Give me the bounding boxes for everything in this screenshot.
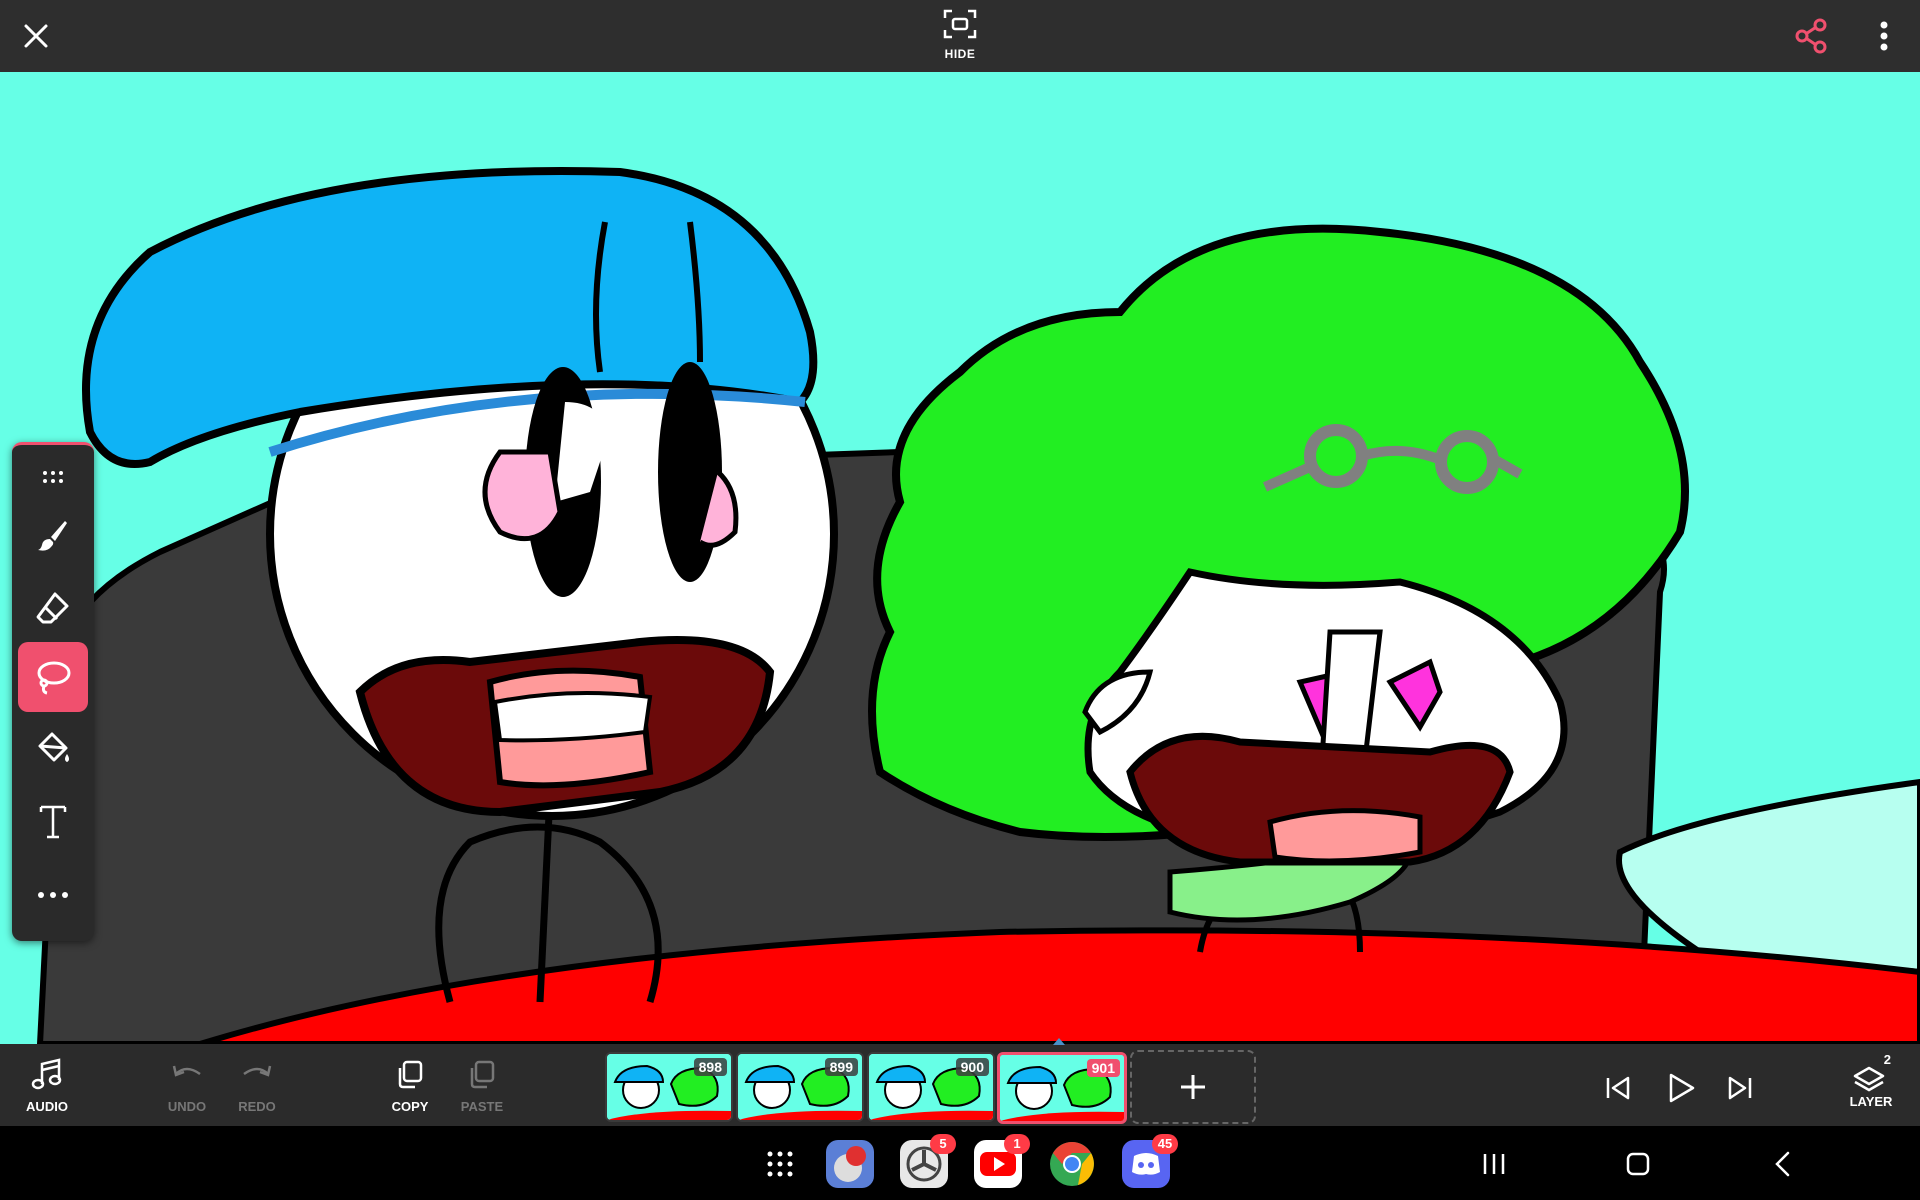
copy-icon [398, 1060, 423, 1089]
notification-badge: 5 [930, 1134, 956, 1154]
frame-thumbnail[interactable]: 898 [605, 1052, 733, 1122]
notification-badge: 45 [1152, 1134, 1178, 1154]
paint-bucket-icon [38, 732, 69, 762]
redo-icon [243, 1065, 272, 1077]
home-icon[interactable] [1620, 1146, 1656, 1182]
drawing-canvas[interactable] [0, 72, 1920, 1044]
undo-icon [172, 1065, 201, 1077]
frame-number: 899 [824, 1058, 858, 1076]
layer-count: 2 [1883, 1052, 1891, 1067]
system-navigation-bar: 5 1 45 [0, 1126, 1920, 1200]
more-options-icon[interactable] [1868, 16, 1900, 56]
audio-label: AUDIO [26, 1099, 68, 1114]
share-icon[interactable] [1792, 16, 1832, 56]
timeline-bar: AUDIO UNDO REDO COPY PASTE 898 899 900 9… [0, 1038, 1920, 1126]
timeline-marker-icon [1053, 1038, 1065, 1045]
redo-label: REDO [238, 1099, 276, 1114]
frame-thumbnail-selected[interactable]: 901 [997, 1052, 1127, 1124]
top-bar: HIDE [0, 0, 1920, 72]
brush-icon [38, 521, 67, 551]
brush-tool[interactable] [18, 500, 88, 570]
youtube-icon[interactable]: 1 [974, 1134, 1030, 1188]
lasso-icon [37, 661, 71, 695]
frame-number: 900 [955, 1058, 989, 1076]
add-frame-button[interactable] [1130, 1050, 1256, 1124]
discord-icon[interactable]: 45 [1122, 1134, 1178, 1188]
drag-handle-icon[interactable] [18, 459, 88, 495]
artwork [36, 167, 1920, 1044]
audio-button[interactable]: AUDIO [12, 1058, 82, 1114]
eraser-icon [36, 592, 69, 624]
frame-thumbnail[interactable]: 900 [867, 1052, 995, 1122]
paste-icon [470, 1060, 495, 1089]
fullscreen-icon [943, 9, 977, 39]
copy-label: COPY [391, 1099, 429, 1114]
lasso-tool[interactable] [18, 642, 88, 712]
tool-palette [12, 442, 94, 941]
fan-app-icon[interactable]: 5 [900, 1134, 956, 1188]
frame-thumbnail[interactable]: 899 [736, 1052, 864, 1122]
recent-apps-icon[interactable] [1476, 1146, 1512, 1182]
text-icon [39, 805, 67, 839]
paste-button[interactable]: PASTE [447, 1058, 517, 1114]
game-app-icon[interactable] [826, 1140, 874, 1188]
back-icon[interactable] [1766, 1146, 1802, 1182]
chrome-icon[interactable] [1048, 1140, 1096, 1188]
more-tools-icon[interactable] [18, 860, 88, 930]
frame-number: 901 [1086, 1059, 1120, 1077]
play-icon[interactable] [1660, 1068, 1700, 1108]
text-tool[interactable] [18, 786, 88, 856]
skip-to-end-icon[interactable] [1722, 1070, 1758, 1106]
eraser-tool[interactable] [18, 572, 88, 642]
redo-button[interactable]: REDO [222, 1058, 292, 1114]
app-drawer-icon[interactable] [760, 1146, 800, 1182]
hide-button[interactable]: HIDE [930, 8, 990, 64]
frame-number: 898 [693, 1058, 727, 1076]
paste-label: PASTE [460, 1099, 504, 1114]
layer-label: LAYER [1849, 1094, 1893, 1109]
undo-label: UNDO [167, 1099, 207, 1114]
plus-icon [1181, 1075, 1205, 1099]
hide-label: HIDE [944, 47, 976, 61]
layer-button[interactable]: 2 LAYER [1836, 1052, 1906, 1109]
layers-icon: 2 [1851, 1052, 1891, 1092]
fill-tool[interactable] [18, 714, 88, 784]
notification-badge: 1 [1004, 1134, 1030, 1154]
copy-button[interactable]: COPY [375, 1058, 445, 1114]
undo-button[interactable]: UNDO [152, 1058, 222, 1114]
skip-to-start-icon[interactable] [1600, 1070, 1636, 1106]
music-note-icon [31, 1058, 62, 1090]
close-icon[interactable] [16, 16, 56, 56]
